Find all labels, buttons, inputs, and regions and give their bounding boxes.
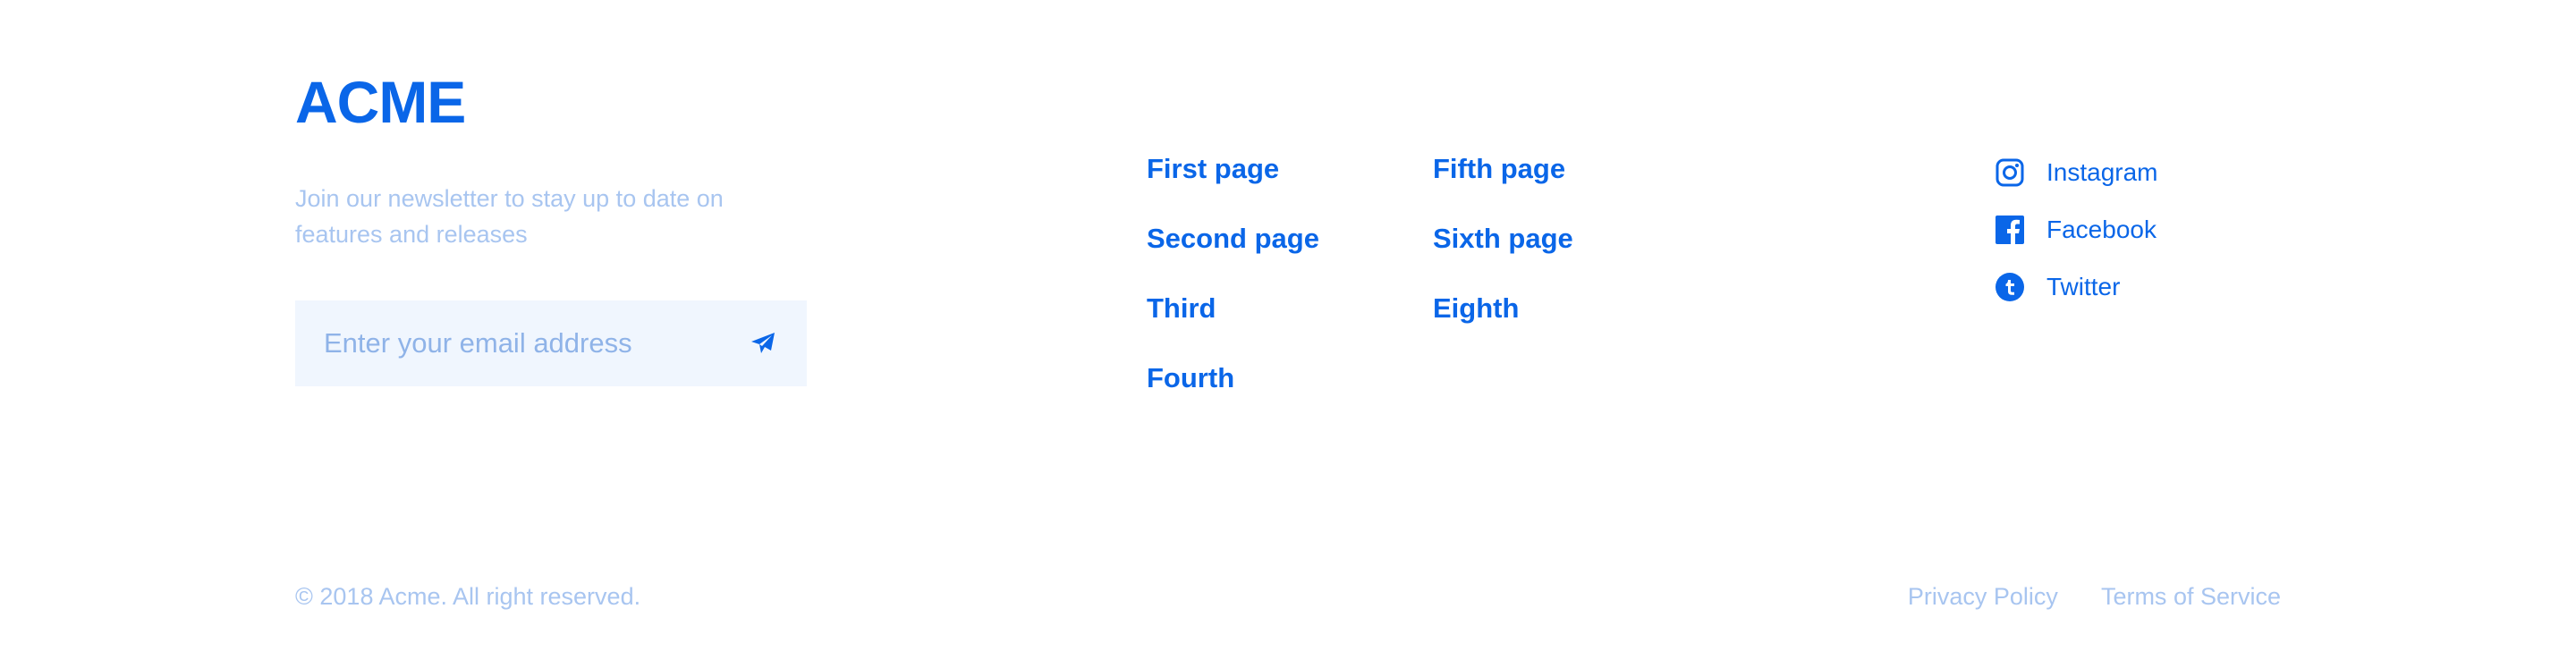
nav-link-fourth[interactable]: Fourth	[1147, 356, 1319, 401]
nav-link-second-page[interactable]: Second page	[1147, 216, 1319, 261]
nav-link-eighth[interactable]: Eighth	[1433, 286, 1573, 331]
nav-link-third[interactable]: Third	[1147, 286, 1319, 331]
privacy-policy-link[interactable]: Privacy Policy	[1908, 583, 2058, 611]
newsletter-form	[295, 300, 807, 386]
email-input[interactable]	[324, 327, 748, 359]
social-label-twitter: Twitter	[2046, 273, 2121, 300]
brand-logo[interactable]: ACME	[295, 66, 466, 138]
legal-links: Privacy Policy Terms of Service	[1865, 583, 2281, 611]
social-link-twitter[interactable]: Twitter	[1995, 268, 2158, 306]
newsletter-description: Join our newsletter to stay up to date o…	[295, 185, 724, 248]
twitter-icon	[1995, 272, 2025, 302]
nav-link-fifth-page[interactable]: Fifth page	[1433, 147, 1573, 191]
copyright-text: © 2018 Acme. All right reserved.	[295, 583, 641, 610]
instagram-icon	[1995, 157, 2025, 188]
send-icon[interactable]	[748, 328, 778, 359]
nav-link-sixth-page[interactable]: Sixth page	[1433, 216, 1573, 261]
social-label-instagram: Instagram	[2046, 158, 2158, 186]
terms-of-service-link[interactable]: Terms of Service	[2101, 583, 2281, 611]
footer-nav-column-2: Fifth page Sixth page Eighth	[1433, 147, 1573, 356]
social-links: Instagram Facebook Twitter	[1995, 154, 2158, 326]
nav-link-first-page[interactable]: First page	[1147, 147, 1319, 191]
social-label-facebook: Facebook	[2046, 216, 2157, 243]
facebook-icon	[1995, 215, 2025, 245]
social-link-instagram[interactable]: Instagram	[1995, 154, 2158, 191]
social-link-facebook[interactable]: Facebook	[1995, 211, 2158, 249]
footer-nav-column-1: First page Second page Third Fourth	[1147, 147, 1319, 426]
